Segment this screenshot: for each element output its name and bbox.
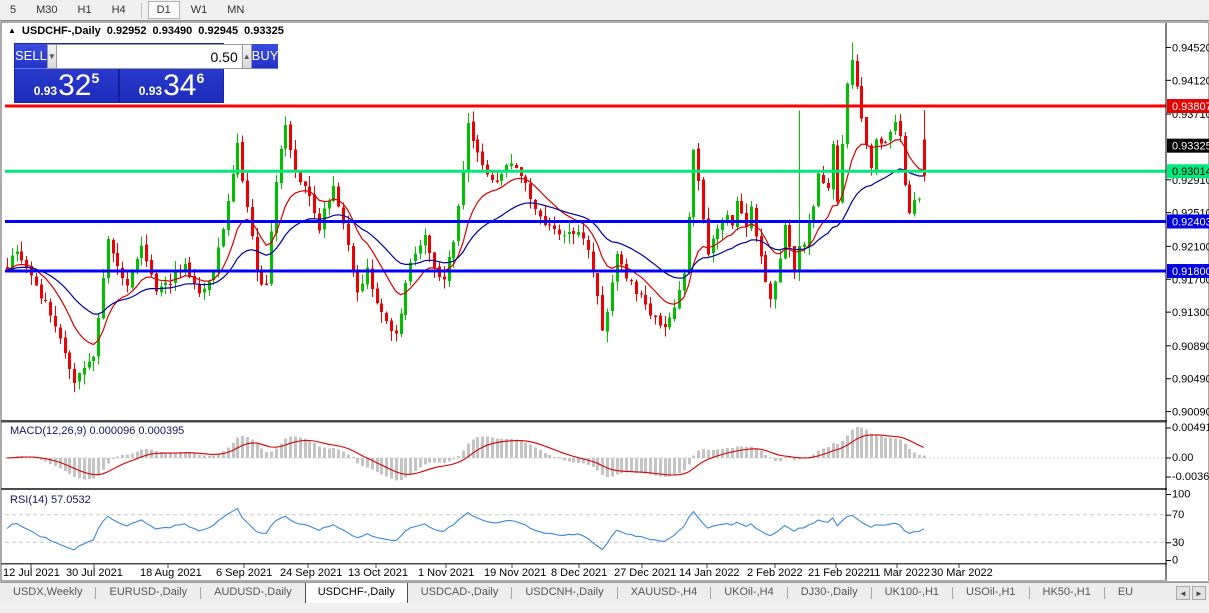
date-label: 2 Feb 2022: [747, 567, 803, 579]
date-label: 27 Dec 2021: [614, 567, 676, 579]
macd-axis-label: 0.004913: [1172, 422, 1209, 434]
date-label: 12 Jul 2021: [3, 567, 60, 579]
date-label: 6 Sep 2021: [216, 567, 272, 579]
ohlc-low: 0.92945: [198, 25, 239, 37]
spin-down-icon: ▼: [47, 51, 56, 61]
buy-price[interactable]: 0.93 34 6: [120, 69, 223, 103]
tab-eurusd-daily[interactable]: EURUSD-,Daily: [96, 583, 200, 603]
chart-title: ▲ USDCHF-,Daily 0.92952 0.93490 0.92945 …: [8, 25, 284, 37]
price-badge-0.91800: 0.91800: [1172, 266, 1209, 278]
tab-scroll-right-icon[interactable]: ►: [1192, 586, 1206, 600]
spin-up-icon: ▲: [242, 51, 251, 61]
rsi-axis-label: 100: [1172, 489, 1190, 501]
date-label: 1 Nov 2021: [418, 567, 474, 579]
tab-ukoil-h4[interactable]: UKOil-,H4: [711, 583, 787, 603]
buy-price-prefix: 0.93: [138, 84, 163, 98]
rsi-axis-label: 0: [1172, 555, 1178, 567]
price-badge-0.92403: 0.92403: [1172, 216, 1209, 228]
pane-separator[interactable]: [1, 563, 1208, 565]
status-strip: [0, 603, 1209, 613]
date-label: 8 Dec 2021: [551, 567, 607, 579]
rsi-indicator-label: RSI(14) 57.0532: [10, 494, 91, 506]
buy-price-sup: 6: [196, 70, 205, 86]
tab-dj30-daily[interactable]: DJ30-,Daily: [788, 583, 871, 603]
sell-price[interactable]: 0.93 32 5: [15, 69, 118, 103]
timeframe-5-button[interactable]: 5: [1, 1, 25, 19]
date-label: 11 Mar 2022: [869, 567, 930, 579]
ohlc-open: 0.92952: [106, 25, 147, 37]
ohlc-close: 0.93325: [244, 25, 284, 37]
tab-xauusd-h4[interactable]: XAUUSD-,H4: [618, 583, 711, 603]
price-tick-label: 0.90490: [1172, 374, 1209, 386]
buy-button[interactable]: BUY: [251, 44, 279, 69]
tab-usdx-weekly[interactable]: USDX,Weekly: [0, 583, 95, 603]
macd-indicator-label: MACD(12,26,9) 0.000096 0.000395: [10, 425, 185, 437]
pane-separator[interactable]: [1, 420, 1208, 423]
sell-button[interactable]: SELL: [15, 44, 47, 69]
price-badge-0.93014: 0.93014: [1172, 166, 1209, 178]
tab-usdcad-daily[interactable]: USDCAD-,Daily: [408, 583, 512, 603]
mt4-window: 5 M30 H1 H4 D1 W1 MN 0.94520 0.94120 0.93710 0.92…: [0, 0, 1209, 613]
tab-scroll-left-icon[interactable]: ◄: [1176, 586, 1190, 600]
macd-axis-label: -0.003614: [1172, 471, 1209, 483]
timeframe-d1-button[interactable]: D1: [147, 1, 180, 19]
chart-tabs-bar: USDX,Weekly EURUSD-,Daily AUDUSD-,Daily USD…: [0, 582, 1209, 603]
price-badge-0.93325: 0.93325: [1172, 141, 1209, 153]
date-label: 19 Nov 2021: [484, 567, 546, 579]
timeframe-h4-button[interactable]: H4: [103, 1, 135, 19]
price-tick-label: 0.90890: [1172, 341, 1209, 353]
price-tick-label: 0.91300: [1172, 307, 1209, 319]
price-tick-label: 0.94120: [1172, 75, 1209, 87]
date-axis: 12 Jul 2021 30 Jul 2021 18 Aug 2021 6 Sep 2…: [3, 564, 993, 579]
price-tick-label: 0.90090: [1172, 407, 1209, 419]
volume-increase-button[interactable]: ▲: [241, 44, 252, 69]
timeframe-h1-button[interactable]: H1: [69, 1, 101, 19]
symbol-period-label: USDCHF-,Daily: [21, 25, 101, 37]
rsi-axis-label: 70: [1172, 509, 1184, 521]
tab-usoil-h1[interactable]: USOil-,H1: [953, 583, 1029, 603]
tab-audusd-daily[interactable]: AUDUSD-,Daily: [201, 583, 305, 603]
date-label: 13 Oct 2021: [348, 567, 408, 579]
price-tick-label: 0.92100: [1172, 241, 1209, 253]
ohlc-high: 0.93490: [152, 25, 193, 37]
trade-panel-toggle-icon[interactable]: ▲: [8, 26, 16, 35]
tab-eu[interactable]: EU: [1105, 583, 1146, 603]
volume-input[interactable]: [56, 44, 242, 69]
one-click-trading-panel: SELL ▼ ▲ BUY 0.93 32 5 0.93 34 6: [14, 43, 279, 103]
date-label: 21 Feb 2022: [808, 567, 870, 579]
timeframe-w1-button[interactable]: W1: [182, 1, 217, 19]
tab-hk50-h1[interactable]: HK50-,H1: [1030, 583, 1104, 603]
date-label: 18 Aug 2021: [140, 567, 202, 579]
tab-usdchf-daily[interactable]: USDCHF-,Daily: [304, 583, 408, 603]
rsi-axis-label: 30: [1172, 537, 1184, 549]
date-label: 30 Mar 2022: [931, 567, 993, 579]
sell-price-prefix: 0.93: [33, 84, 58, 98]
date-label: 30 Jul 2021: [66, 567, 123, 579]
tab-uk100-h1[interactable]: UK100-,H1: [872, 583, 952, 603]
buy-price-big: 34: [163, 69, 197, 102]
timeframe-m30-button[interactable]: M30: [27, 1, 66, 19]
sell-price-big: 32: [58, 69, 92, 102]
tab-usdcnh-daily[interactable]: USDCNH-,Daily: [512, 583, 616, 603]
volume-decrease-button[interactable]: ▼: [46, 44, 57, 69]
macd-axis-label: 0.00: [1172, 452, 1193, 464]
date-label: 24 Sep 2021: [280, 567, 342, 579]
toolbar-separator: [140, 2, 142, 18]
pane-separator[interactable]: [1, 488, 1208, 490]
timeframe-toolbar: 5 M30 H1 H4 D1 W1 MN: [0, 0, 1209, 21]
timeframe-mn-button[interactable]: MN: [218, 1, 253, 19]
sell-price-sup: 5: [91, 70, 100, 86]
date-label: 14 Jan 2022: [679, 567, 740, 579]
price-tick-label: 0.94520: [1172, 42, 1209, 54]
price-badge-0.93807: 0.93807: [1172, 101, 1209, 113]
